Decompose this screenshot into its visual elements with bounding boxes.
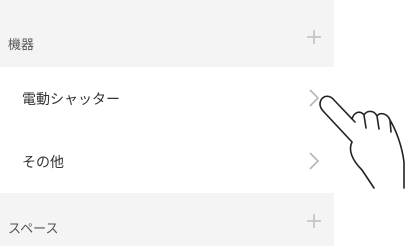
section-header-devices: 機器: [0, 22, 334, 62]
plus-icon[interactable]: [304, 211, 324, 231]
pointing-hand-icon: [319, 95, 405, 189]
list-item-other[interactable]: その他: [0, 130, 334, 193]
list-item-label: 電動シャッター: [22, 92, 120, 108]
section-header-spaces: スペース: [0, 206, 334, 246]
plus-icon[interactable]: [304, 27, 324, 47]
list-item-electric-shutter[interactable]: 電動シャッター: [0, 67, 334, 131]
settings-panel: 機器 電動シャッター その他 スペース: [0, 0, 334, 246]
list-item-label: その他: [22, 155, 64, 171]
section-title-spaces: スペース: [8, 222, 59, 237]
section-title-devices: 機器: [8, 38, 35, 53]
